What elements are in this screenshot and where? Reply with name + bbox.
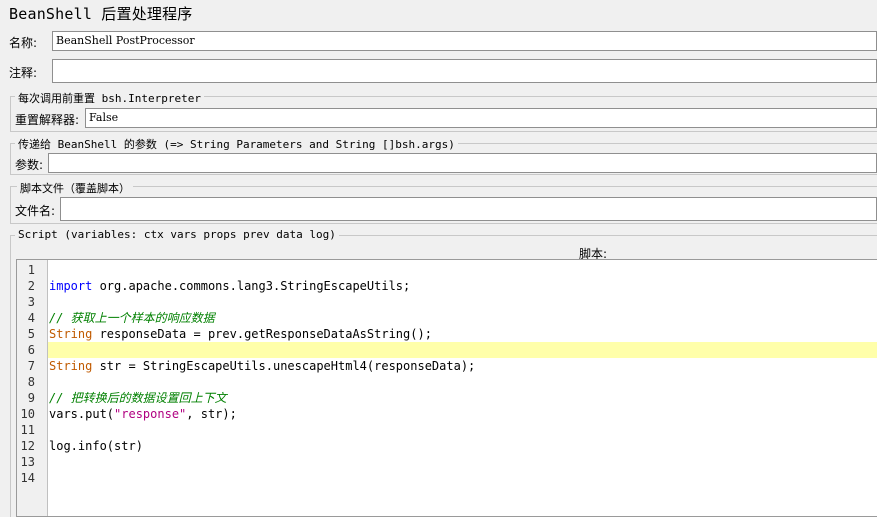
line-number: 7 [27, 359, 35, 373]
code-token: org.apache.commons.lang3.StringEscapeUti… [92, 279, 411, 293]
filename-label: 文件名: [15, 204, 56, 218]
line-number: 9 [27, 391, 35, 405]
line-number: 14 [20, 471, 35, 485]
line-number: 12 [20, 439, 35, 453]
code-token: import [49, 279, 93, 293]
comment-label: 注释: [9, 66, 38, 80]
panel-title: BeanShell 后置处理程序 [9, 5, 193, 23]
code-line[interactable]: vars.put("response", str); [49, 406, 237, 422]
code-line[interactable]: String str = StringEscapeUtils.unescapeH… [49, 358, 475, 374]
code-line[interactable]: // 获取上一个样本的响应数据 [49, 310, 215, 326]
reset-group-legend: 每次调用前重置 bsh.Interpreter [15, 90, 204, 106]
current-line-highlight [48, 342, 877, 358]
line-number: 5 [27, 327, 35, 341]
line-number: 6 [27, 343, 35, 357]
name-field[interactable]: BeanShell PostProcessor [52, 31, 877, 51]
code-token: str = StringEscapeUtils.unescapeHtml4(re… [92, 359, 476, 373]
line-number: 2 [27, 279, 35, 293]
line-number: 8 [27, 375, 35, 389]
code-token: responseData = prev.getResponseDataAsStr… [92, 327, 432, 341]
code-line[interactable]: String responseData = prev.getResponseDa… [49, 326, 432, 342]
parameters-group-legend: 传递给 BeanShell 的参数 (=> String Parameters … [15, 136, 458, 152]
code-line[interactable]: // 把转换后的数据设置回上下文 [49, 390, 227, 406]
name-label: 名称: [9, 36, 38, 50]
reset-interpreter-field[interactable]: False [85, 108, 877, 128]
line-number: 11 [20, 423, 35, 437]
line-number: 1 [27, 263, 35, 277]
line-number: 4 [27, 311, 35, 325]
code-line[interactable]: import org.apache.commons.lang3.StringEs… [49, 278, 410, 294]
line-number: 10 [20, 407, 35, 421]
code-line[interactable]: log.info(str) [49, 438, 143, 454]
filename-field[interactable] [60, 197, 877, 221]
code-token: String [49, 327, 93, 341]
script-file-group-legend: 脚本文件（覆盖脚本） [17, 180, 133, 196]
parameters-field[interactable] [48, 153, 877, 173]
reset-interpreter-label: 重置解释器: [15, 113, 80, 127]
line-number: 13 [20, 455, 35, 469]
code-token: vars.put( [49, 407, 115, 421]
code-token: // 把转换后的数据设置回上下文 [49, 391, 227, 405]
code-token: "response" [114, 407, 187, 421]
comment-field[interactable] [52, 59, 877, 83]
code-token: // 获取上一个样本的响应数据 [49, 311, 215, 325]
code-token: String [49, 359, 93, 373]
line-number: 3 [27, 295, 35, 309]
script-editor[interactable]: 1 2 import org.apache.commons.lang3.String… [16, 259, 877, 517]
code-token: , str); [186, 407, 237, 421]
code-token: log.info(str) [49, 439, 143, 453]
script-group-legend: Script (variables: ctx vars props prev d… [15, 228, 339, 241]
parameters-label: 参数: [15, 158, 44, 172]
